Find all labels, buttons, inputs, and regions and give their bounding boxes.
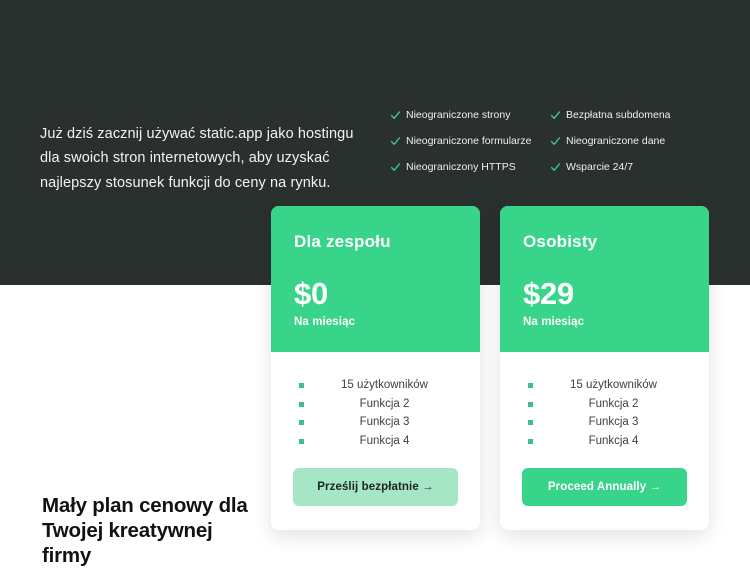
bullet-icon bbox=[528, 420, 533, 425]
list-item: Funkcja 3 bbox=[522, 413, 687, 432]
pricing-card-header: Dla zespołu $0 Na miesiąc bbox=[271, 206, 480, 352]
plan-feature-label: Funkcja 4 bbox=[359, 434, 410, 447]
pricing-card-personal[interactable]: Osobisty $29 Na miesiąc 15 użytkowników … bbox=[500, 206, 709, 530]
pricing-cards: Dla zespołu $0 Na miesiąc 15 użytkownikó… bbox=[271, 206, 709, 530]
feature-label: Wsparcie 24/7 bbox=[566, 161, 634, 173]
proceed-annually-button[interactable]: Proceed Annually → bbox=[522, 468, 687, 506]
list-item: Funkcja 4 bbox=[522, 432, 687, 451]
pricing-card-body: 15 użytkowników Funkcja 2 Funkcja 3 Funk… bbox=[500, 352, 709, 450]
plan-feature-label: Funkcja 2 bbox=[588, 397, 639, 410]
feature-label: Bezpłatna subdomena bbox=[566, 109, 671, 121]
bullet-icon bbox=[528, 383, 533, 388]
check-icon bbox=[391, 110, 400, 121]
plan-feature-list: 15 użytkowników Funkcja 2 Funkcja 3 Funk… bbox=[522, 376, 687, 450]
plan-feature-label: Funkcja 3 bbox=[359, 416, 410, 428]
plan-feature-label: Funkcja 2 bbox=[359, 397, 410, 410]
plan-feature-label: 15 użytkowników bbox=[570, 379, 657, 391]
list-item: 15 użytkowników bbox=[522, 376, 687, 395]
plan-feature-label: Funkcja 4 bbox=[588, 434, 639, 447]
check-icon bbox=[551, 110, 560, 121]
check-icon bbox=[391, 136, 400, 147]
plan-price: $29 bbox=[523, 276, 574, 311]
feature-item: Wsparcie 24/7 bbox=[551, 161, 711, 174]
feature-column-2: Bezpłatna subdomena Nieograniczone dane … bbox=[551, 109, 711, 187]
plan-feature-label: Funkcja 3 bbox=[588, 416, 639, 428]
pricing-card-body: 15 użytkowników Funkcja 2 Funkcja 3 Funk… bbox=[271, 352, 480, 450]
hero-paragraph: Już dziś zacznij używać static.app jako … bbox=[40, 125, 354, 191]
plan-name: Osobisty bbox=[523, 232, 598, 251]
pricing-card-team[interactable]: Dla zespołu $0 Na miesiąc 15 użytkownikó… bbox=[271, 206, 480, 530]
list-item: Funkcja 2 bbox=[522, 395, 687, 414]
submit-free-button[interactable]: Prześlij bezpłatnie → bbox=[293, 468, 458, 506]
feature-item: Nieograniczone strony bbox=[391, 109, 551, 122]
plan-name: Dla zespołu bbox=[294, 232, 391, 251]
bullet-icon bbox=[299, 420, 304, 425]
hero-feature-list: Nieograniczone strony Nieograniczone for… bbox=[391, 109, 711, 187]
pricing-card-header: Osobisty $29 Na miesiąc bbox=[500, 206, 709, 352]
feature-label: Nieograniczone dane bbox=[566, 135, 666, 147]
bullet-icon bbox=[299, 383, 304, 388]
feature-item: Nieograniczony HTTPS bbox=[391, 161, 551, 174]
check-icon bbox=[391, 162, 400, 173]
plan-period: Na miesiąc bbox=[294, 316, 356, 328]
feature-item: Nieograniczone dane bbox=[551, 135, 711, 148]
plan-feature-list: 15 użytkowników Funkcja 2 Funkcja 3 Funk… bbox=[293, 376, 458, 450]
bullet-icon bbox=[528, 438, 533, 444]
feature-item: Bezpłatna subdomena bbox=[551, 109, 711, 122]
list-item: Funkcja 2 bbox=[293, 395, 458, 414]
check-icon bbox=[551, 136, 560, 147]
page-title: Mały plan cenowy dla Twojej kreatywnej f… bbox=[42, 494, 248, 567]
pricing-card-footer: Prześlij bezpłatnie → bbox=[271, 450, 480, 530]
check-icon bbox=[551, 162, 560, 173]
list-item: Funkcja 3 bbox=[293, 413, 458, 432]
bullet-icon bbox=[299, 438, 304, 444]
bullet-icon bbox=[299, 401, 304, 407]
feature-column-1: Nieograniczone strony Nieograniczone for… bbox=[391, 109, 551, 187]
feature-label: Nieograniczone formularze bbox=[406, 135, 532, 147]
plan-price: $0 bbox=[294, 276, 328, 311]
feature-label: Nieograniczony HTTPS bbox=[406, 161, 516, 173]
feature-item: Nieograniczone formularze bbox=[391, 135, 551, 148]
pricing-card-footer: Proceed Annually → bbox=[500, 450, 709, 530]
feature-label: Nieograniczone strony bbox=[406, 109, 511, 121]
bullet-icon bbox=[528, 401, 533, 407]
list-item: 15 użytkowników bbox=[293, 376, 458, 395]
plan-feature-label: 15 użytkowników bbox=[341, 379, 428, 391]
list-item: Funkcja 4 bbox=[293, 432, 458, 451]
plan-period: Na miesiąc bbox=[523, 316, 585, 328]
